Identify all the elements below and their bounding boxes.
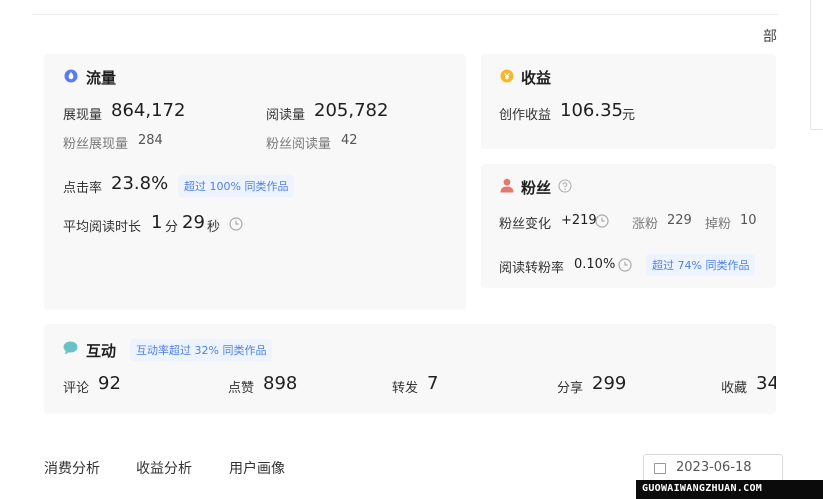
- fans-loss-value: 10: [740, 213, 757, 228]
- reposts-label: 转发: [392, 381, 419, 396]
- reposts-value: 7: [427, 373, 439, 394]
- fans-change-value: +219: [561, 213, 597, 228]
- fan-impressions-value: 284: [138, 133, 163, 148]
- tab-user-profile[interactable]: 用户画像: [229, 458, 285, 478]
- avg-time-label: 平均阅读时长: [63, 220, 142, 235]
- fan-reads-value: 42: [341, 133, 358, 148]
- right-panel-border-bottom: [810, 129, 823, 130]
- income-card: 收益 创作收益 106.35 元: [481, 54, 776, 149]
- likes-label: 点赞: [228, 381, 255, 396]
- ctr-badge: 超过 100% 同类作品: [178, 175, 295, 197]
- person-icon: [500, 178, 514, 193]
- traffic-card: 流量 展现量 864,172 阅读量 205,782 粉丝展现量 284 粉丝阅…: [44, 54, 466, 310]
- impressions-label: 展现量: [63, 108, 103, 123]
- interaction-card: 互动 互动率超过 32% 同类作品 评论 92 点赞 898 转发 7 分享 2…: [44, 324, 776, 414]
- avg-time-sec-unit: 秒: [207, 220, 221, 235]
- fans-loss-label: 掉粉: [705, 217, 732, 232]
- clock-icon[interactable]: [618, 258, 632, 272]
- conversion-badge: 超过 74% 同类作品: [646, 254, 756, 276]
- watermark: GUOWAIWANGZHUAN.COM: [636, 480, 823, 499]
- fans-gain-value: 229: [667, 213, 692, 228]
- avg-time-min: 1: [151, 212, 163, 233]
- impressions-value: 864,172: [111, 100, 186, 121]
- ctr-value: 23.8%: [111, 173, 169, 194]
- tab-income-analysis[interactable]: 收益分析: [136, 458, 192, 478]
- creation-income-unit: 元: [622, 108, 636, 123]
- reads-label: 阅读量: [266, 108, 306, 123]
- income-title: 收益: [521, 69, 552, 87]
- tab-consumption-analysis[interactable]: 消费分析: [44, 458, 100, 478]
- conversion-label: 阅读转粉率: [499, 261, 565, 276]
- fans-title: 粉丝: [521, 179, 552, 197]
- shares-value: 299: [592, 373, 627, 394]
- fans-card: 粉丝 粉丝变化 +219 涨粉 229 掉粉 10 阅读转粉率 0.10% 超过…: [481, 164, 776, 288]
- corner-label: 部: [763, 29, 777, 45]
- question-circle-icon[interactable]: [558, 179, 572, 193]
- fan-reads-label: 粉丝阅读量: [266, 137, 332, 152]
- right-panel-border: [810, 0, 811, 130]
- fan-impressions-label: 粉丝展现量: [63, 137, 129, 152]
- ctr-label: 点击率: [63, 181, 103, 196]
- date-picker-value: 2023-06-18: [676, 460, 752, 475]
- coin-icon: [500, 69, 514, 83]
- creation-income-value: 106.35: [560, 100, 623, 121]
- avg-time-min-unit: 分: [165, 220, 179, 235]
- comments-value: 92: [98, 373, 121, 394]
- top-divider: [33, 14, 778, 15]
- calendar-icon: [654, 463, 666, 474]
- creation-income-label: 创作收益: [499, 108, 552, 123]
- favorites-label: 收藏: [721, 381, 748, 396]
- comments-label: 评论: [63, 381, 90, 396]
- clock-icon[interactable]: [595, 214, 609, 228]
- likes-value: 898: [263, 373, 298, 394]
- chat-bubble-icon: [63, 341, 78, 355]
- favorites-value: 34: [756, 373, 776, 394]
- flame-drop-icon: [64, 69, 78, 83]
- conversion-value: 0.10%: [574, 257, 616, 272]
- fans-change-label: 粉丝变化: [499, 217, 552, 232]
- interaction-title: 互动: [86, 342, 117, 360]
- interaction-badge: 互动率超过 32% 同类作品: [130, 339, 273, 361]
- avg-time-sec: 29: [182, 212, 205, 233]
- traffic-title: 流量: [86, 69, 117, 87]
- shares-label: 分享: [557, 381, 584, 396]
- watermark-text: GUOWAIWANGZHUAN.COM: [642, 483, 763, 494]
- clock-icon[interactable]: [229, 217, 243, 231]
- reads-value: 205,782: [314, 100, 389, 121]
- fans-gain-label: 涨粉: [632, 217, 659, 232]
